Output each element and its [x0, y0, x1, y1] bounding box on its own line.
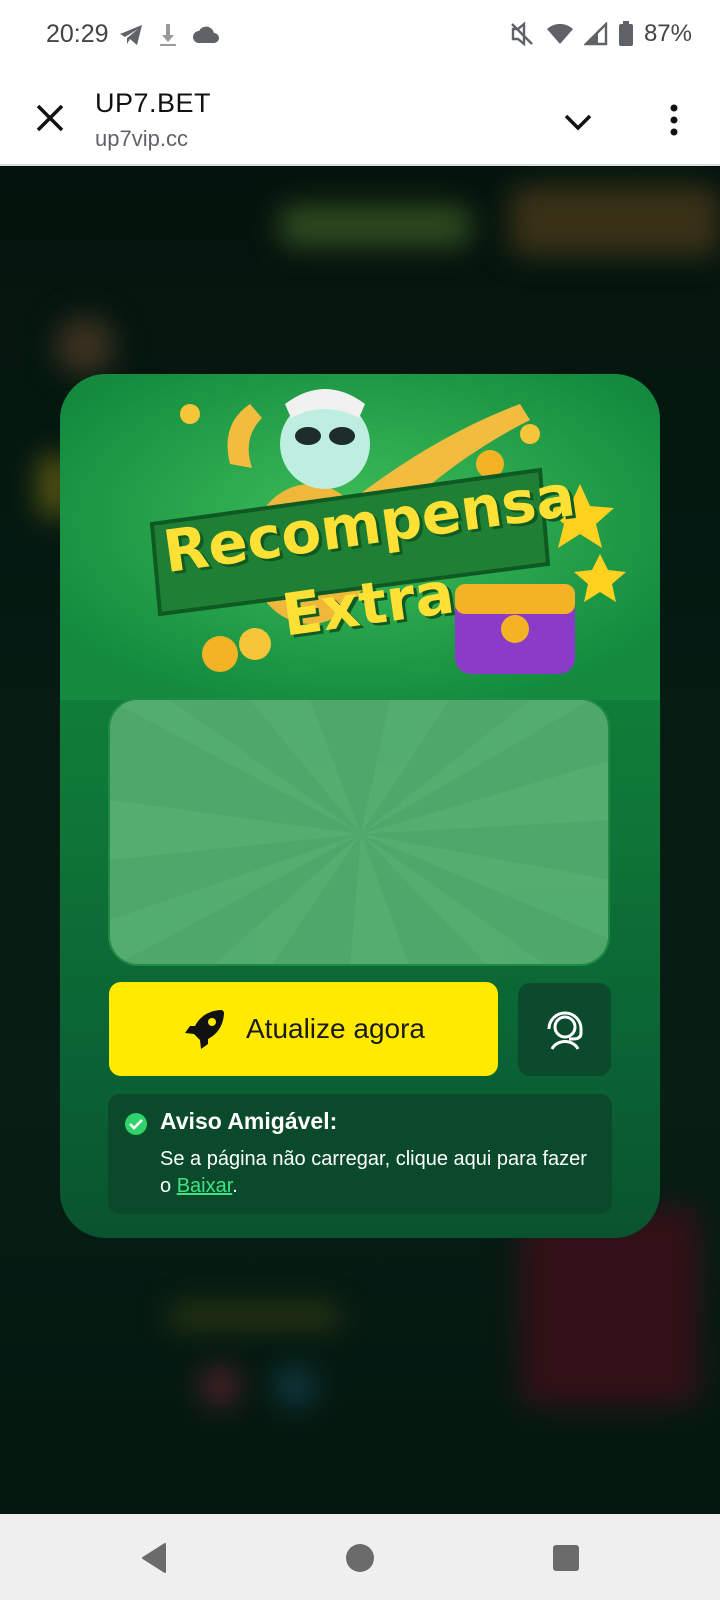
home-circle-icon [346, 1544, 374, 1572]
status-time: 20:29 [46, 20, 109, 48]
notice-text-after: . [232, 1175, 238, 1197]
signal-icon [583, 22, 608, 46]
back-button[interactable] [134, 1538, 174, 1578]
back-triangle-icon [142, 1543, 166, 1573]
more-options-icon[interactable] [654, 100, 694, 140]
chevron-down-icon[interactable] [558, 102, 598, 142]
download-icon [160, 24, 176, 46]
update-now-button[interactable]: Atualize agora [109, 982, 498, 1076]
download-link[interactable]: Baixar [177, 1175, 233, 1197]
rocket-icon [184, 1010, 224, 1049]
status-bar: 20:29 87% [0, 0, 720, 72]
notice-title: Aviso Amigável: [160, 1108, 338, 1134]
battery-icon [618, 21, 633, 46]
content-panel [108, 698, 610, 966]
system-navigation-bar [0, 1514, 720, 1600]
customer-support-button[interactable] [518, 983, 611, 1076]
custom-tab-toolbar: UP7.BET up7vip.cc [0, 72, 720, 166]
check-circle-icon [125, 1113, 147, 1135]
update-now-label: Atualize agora [245, 1013, 425, 1044]
close-icon[interactable] [30, 98, 70, 138]
telegram-icon [120, 25, 142, 45]
wifi-icon [546, 23, 573, 44]
sunburst-pattern [110, 700, 608, 964]
page-title: UP7.BET [95, 88, 212, 118]
recents-square-icon [553, 1545, 579, 1571]
update-modal: Recompensa Extra Atualize agora Aviso Am… [60, 374, 660, 1238]
vibrate-off-icon [511, 21, 533, 47]
home-button[interactable] [340, 1538, 380, 1578]
cloud-icon [193, 26, 219, 43]
battery-percent: 87% [643, 20, 692, 47]
headset-support-icon [547, 1011, 582, 1050]
notice-text: Se a página não carregar, clique aqui pa… [160, 1146, 600, 1200]
friendly-notice: Aviso Amigável: Se a página não carregar… [108, 1094, 612, 1214]
page-url[interactable]: up7vip.cc [95, 126, 188, 152]
recents-button[interactable] [546, 1538, 586, 1578]
